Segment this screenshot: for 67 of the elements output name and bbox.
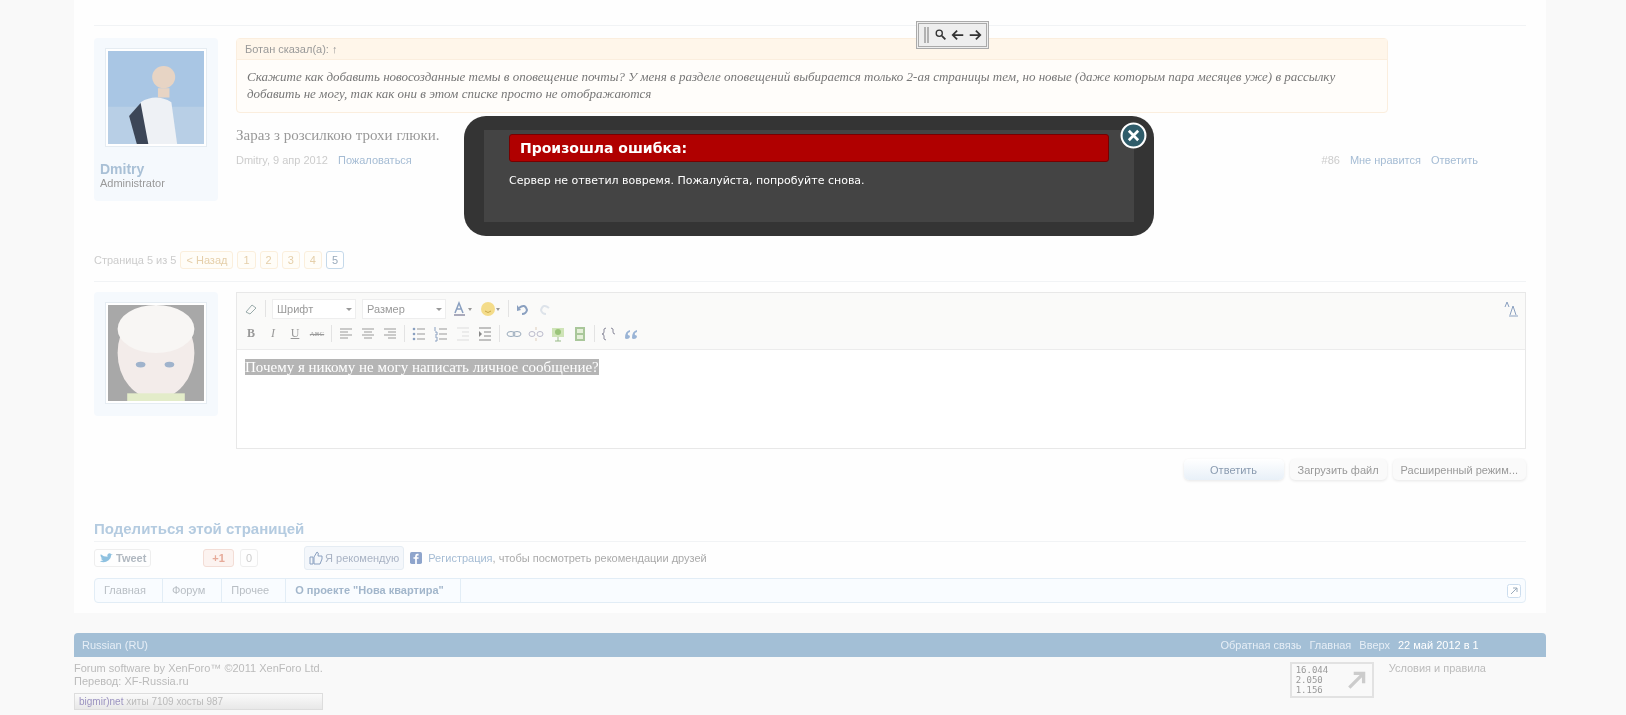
register-link[interactable]: Регистрация bbox=[428, 552, 493, 564]
facebook-text: Регистрация, чтобы посмотреть рекомендации друзей bbox=[428, 552, 707, 564]
bullet-list-icon[interactable] bbox=[411, 325, 427, 342]
footer-link[interactable]: Вверх bbox=[1359, 639, 1390, 651]
google-plus-button[interactable]: +1 bbox=[203, 549, 234, 567]
footer-link[interactable]: Главная bbox=[1309, 639, 1352, 651]
indent-icon[interactable] bbox=[477, 325, 493, 342]
format-button[interactable]: U bbox=[287, 326, 303, 341]
page-button[interactable]: 3 bbox=[281, 251, 300, 269]
user-role: Administrator bbox=[100, 177, 165, 189]
page-button[interactable]: 1 bbox=[237, 251, 256, 269]
breadcrumb[interactable]: Форум bbox=[162, 579, 223, 602]
grip-icon[interactable] bbox=[923, 26, 931, 44]
page-button[interactable]: 5 bbox=[325, 251, 345, 269]
thumbs-up-icon bbox=[309, 551, 324, 565]
unlink-icon[interactable] bbox=[528, 325, 544, 342]
stats-counter[interactable]: 16.044 2.050 1.156 bbox=[1289, 662, 1374, 698]
footer-link[interactable]: Обратная связь bbox=[1220, 639, 1302, 651]
page-button[interactable]: 2 bbox=[259, 251, 278, 269]
breadcrumb[interactable]: Главная bbox=[95, 579, 163, 602]
image-icon[interactable] bbox=[550, 325, 566, 342]
tweet-button[interactable]: Tweet bbox=[94, 549, 152, 567]
font-dropdown[interactable]: Шрифт bbox=[272, 298, 356, 319]
recommend-button[interactable]: Я рекомендую bbox=[304, 546, 405, 570]
username[interactable]: Dmitry bbox=[100, 161, 145, 177]
facebook-icon bbox=[410, 552, 423, 564]
share-heading: Поделиться этой страницей bbox=[94, 520, 306, 539]
terms-link[interactable]: Условия и правила bbox=[1388, 662, 1486, 674]
breadcrumb[interactable]: О проекте "Нова квартира" bbox=[286, 579, 461, 602]
post-message: Зараз з розсилкою трохи глюки. bbox=[236, 127, 440, 144]
breadcrumb[interactable]: Прочее bbox=[222, 579, 287, 602]
code-icon[interactable] bbox=[601, 325, 617, 342]
text-color-icon[interactable] bbox=[452, 300, 474, 317]
form-button[interactable]: Расширенный режим... bbox=[1392, 459, 1526, 480]
search-icon[interactable] bbox=[934, 27, 948, 43]
reply-link[interactable]: Ответить bbox=[1430, 154, 1478, 166]
form-button[interactable]: Загрузить файл bbox=[1289, 459, 1387, 480]
film-icon[interactable] bbox=[572, 325, 588, 342]
jump-icon[interactable] bbox=[1507, 583, 1521, 598]
editor-text: Почему я никому не могу написать личное сообщение? bbox=[245, 359, 599, 375]
language-link[interactable]: Russian (RU) bbox=[82, 639, 148, 651]
report-link[interactable]: Пожаловаться bbox=[337, 154, 412, 166]
footer-date: 22 май 2012 в 1 bbox=[1398, 639, 1480, 651]
forward-arrow-icon[interactable] bbox=[968, 27, 982, 43]
align-icon[interactable] bbox=[338, 325, 354, 342]
format-button[interactable]: B bbox=[243, 326, 259, 341]
close-icon[interactable] bbox=[1120, 122, 1147, 149]
format-button[interactable]: I bbox=[265, 326, 281, 341]
bird-icon bbox=[99, 552, 113, 564]
smiley-icon[interactable] bbox=[480, 300, 502, 317]
quote-text: Скажите как добавить новосозданные темы в оповещение почты? У меня в разделе оповещений выбирается только 2-ая страницы тем, но новые (даже которым пара месяцев уже) в рассылку добавить не могу, так как они в этом списке просто не отображаются bbox=[246, 68, 1337, 103]
like-link[interactable]: Мне нравится bbox=[1349, 154, 1421, 166]
quote-attribution: Ботан сказал(а): ↑ bbox=[237, 39, 1387, 60]
align-icon[interactable] bbox=[360, 325, 376, 342]
translation-text: Перевод: XF-Russia.ru bbox=[74, 675, 190, 687]
numbered-list-icon[interactable] bbox=[433, 325, 449, 342]
back-arrow-icon[interactable] bbox=[951, 27, 965, 43]
arrow-icon bbox=[1345, 669, 1368, 691]
prev-page-button[interactable]: < Назад bbox=[180, 251, 234, 269]
size-dropdown[interactable]: Размер bbox=[362, 298, 446, 319]
font-size-icon[interactable] bbox=[1503, 300, 1519, 317]
form-button[interactable]: Ответить bbox=[1183, 459, 1284, 480]
align-icon[interactable] bbox=[382, 325, 398, 342]
error-title: Произошла ошибка: bbox=[509, 134, 1109, 162]
error-message: Сервер не ответил вовремя. Пожалуйста, попробуйте снова. bbox=[509, 174, 866, 187]
copyright-text: Forum software by XenForo™ ©2011 XenForo Ltd. bbox=[74, 662, 323, 674]
page-button[interactable]: 4 bbox=[303, 251, 322, 269]
